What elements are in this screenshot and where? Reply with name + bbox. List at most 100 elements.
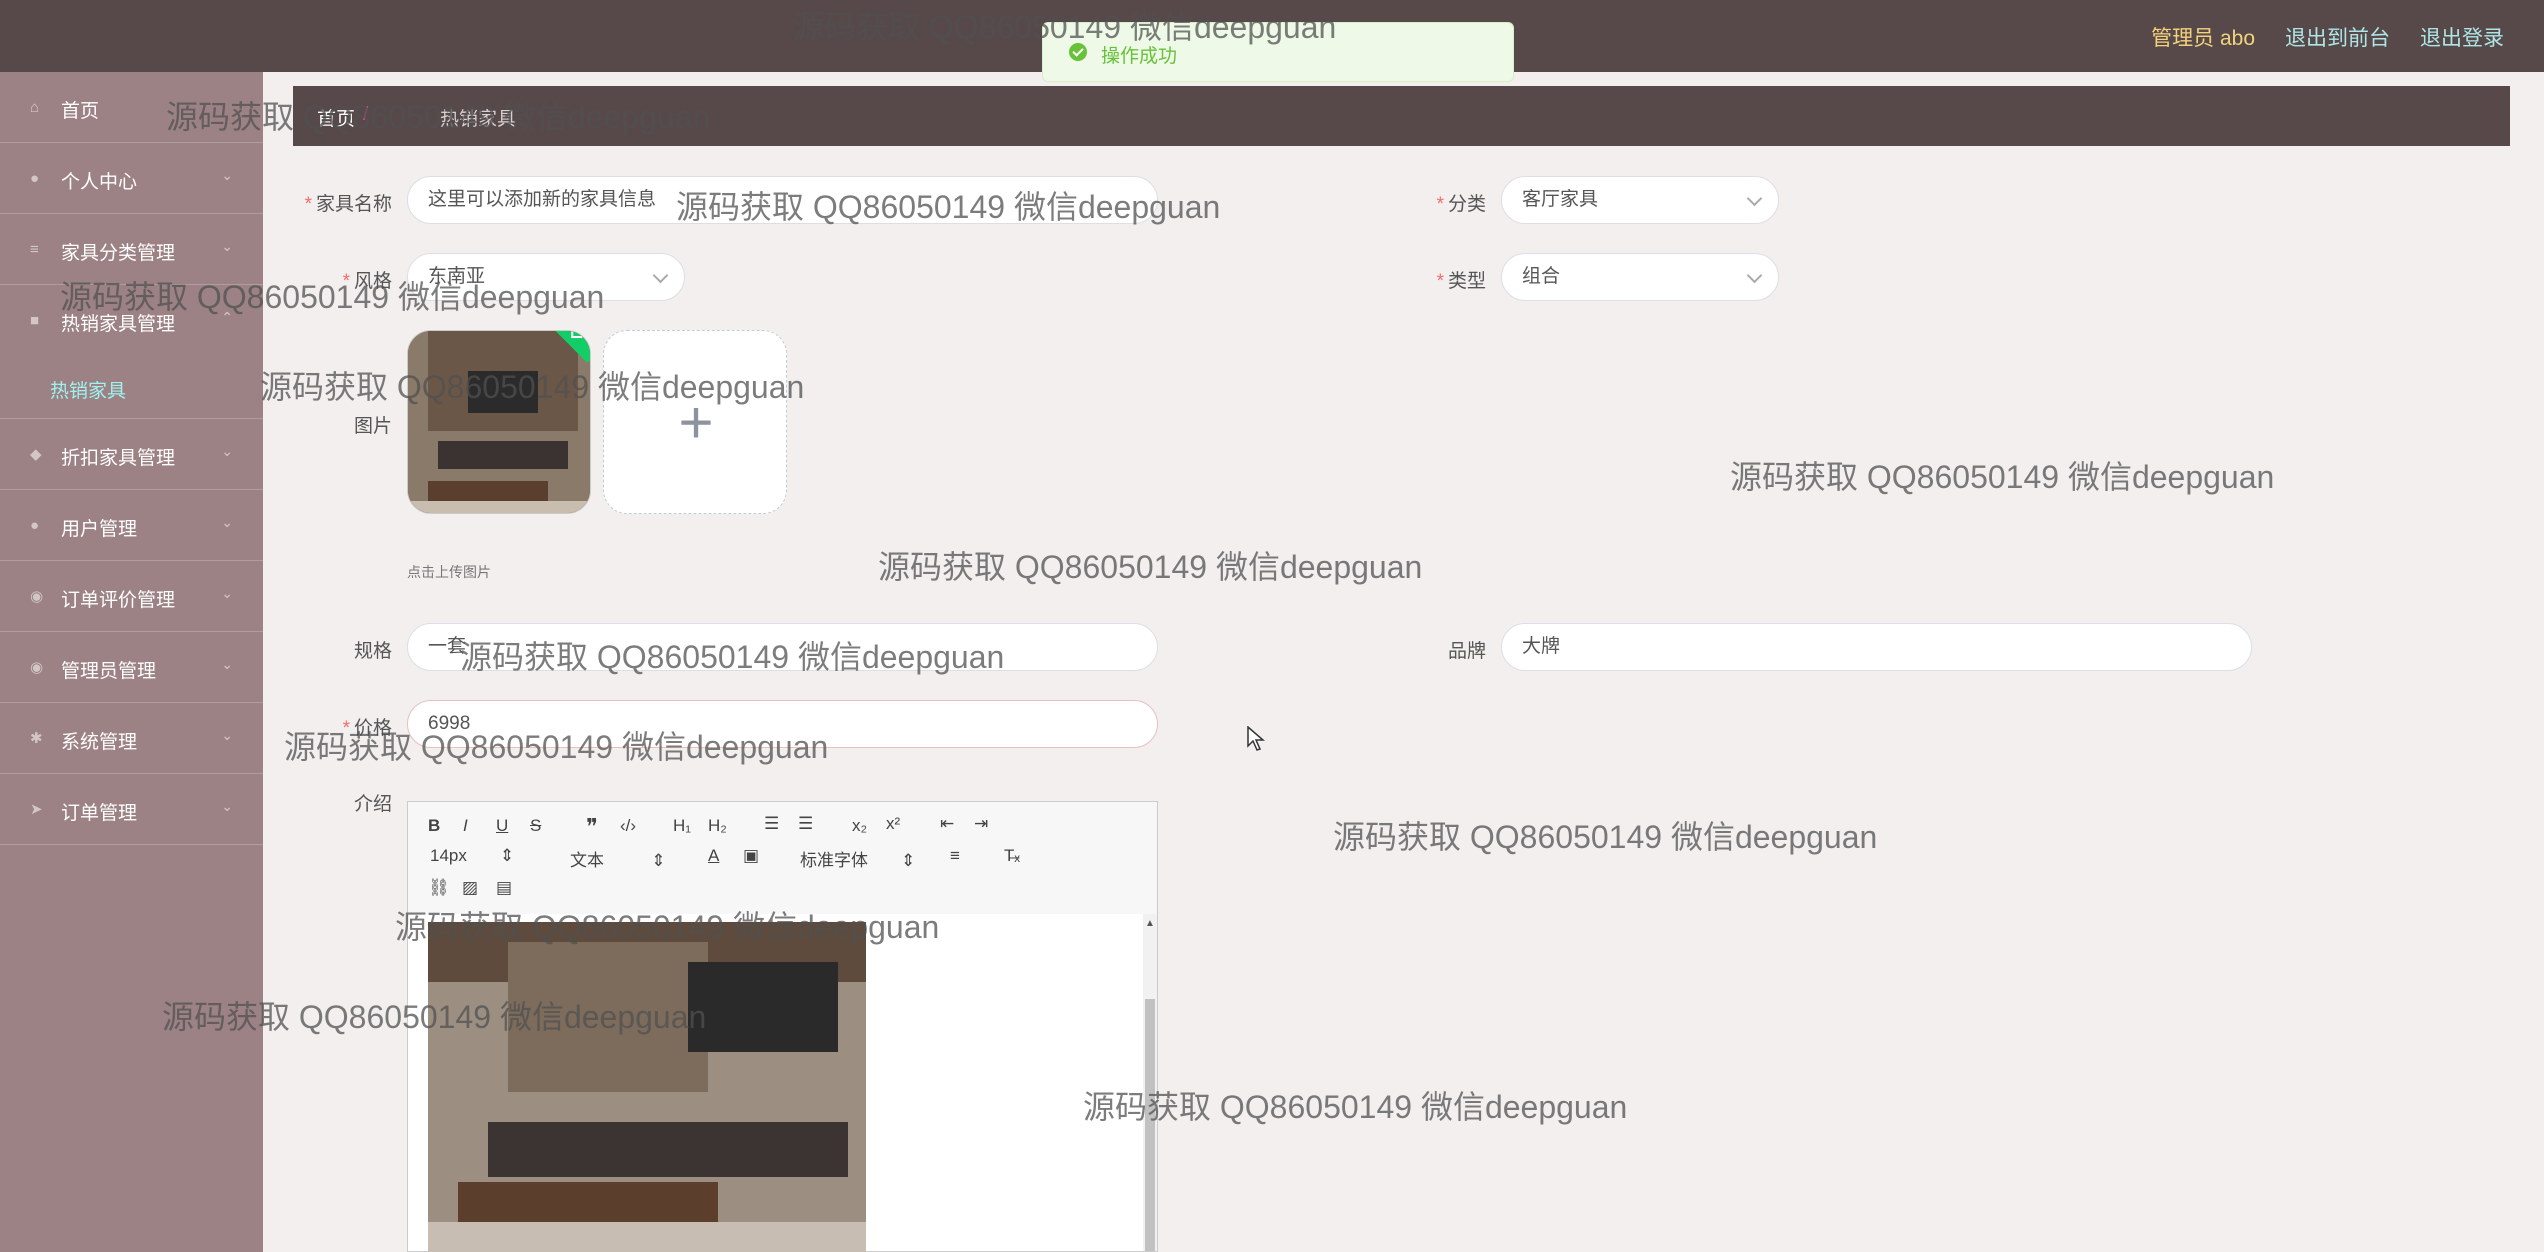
sidebar-subitem-label: 热销家具 [50,381,127,402]
price-input[interactable]: 6998 [407,700,1158,748]
subscript-button[interactable]: x₂ [852,816,867,836]
name-input[interactable]: 这里可以添加新的家具信息 [407,176,1158,224]
sidebar-item-label: 订单管理 [61,803,138,824]
blockquote-button[interactable]: ❞ [586,814,598,840]
chevron-down-icon: ⌄ [221,727,233,743]
breadcrumb: 首页 / 热销家具 [293,86,2510,146]
style-select[interactable]: 东南亚 [407,253,685,301]
watermark: 源码获取 QQ86050149 微信deepguan [878,549,1423,585]
clear-format-icon[interactable]: T̶ₓ [1004,846,1020,866]
spec-input[interactable]: 一套 [407,623,1158,671]
bg-color-icon[interactable]: ▣ [743,846,759,866]
image-icon[interactable]: ▨ [462,878,478,898]
brand-label: 品牌 [1447,641,1486,662]
text-color-icon[interactable]: A [708,846,719,866]
image-label: 图片 [353,416,392,437]
breadcrumb-home[interactable]: 首页 [317,104,355,131]
sidebar-item-users[interactable]: ● 用户管理 ⌄ [0,490,263,561]
sidebar-item-label: 系统管理 [61,732,138,753]
plus-icon: + [678,389,714,456]
uploaded-image-thumbnail[interactable] [407,330,591,514]
send-icon: ➤ [30,801,43,818]
spec-label: 规格 [353,641,392,662]
sidebar-item-hot[interactable]: ■ 热销家具管理 ⌃ [0,285,263,356]
link-icon[interactable]: ⛓ [428,878,450,898]
superscript-button[interactable]: x² [886,814,900,834]
sidebar-item-label: 管理员管理 [61,661,157,682]
sidebar-item-reviews[interactable]: ◉ 订单评价管理 ⌄ [0,561,263,632]
sidebar-item-label: 首页 [61,101,100,122]
upload-button[interactable]: + [603,330,787,514]
bullet-list-icon[interactable]: ☰ [798,814,813,834]
ordered-list-icon[interactable]: ☰ [764,814,779,834]
breadcrumb-current: 热销家具 [440,109,517,130]
chevron-down-icon: ⌄ [221,443,233,459]
chevron-down-icon [652,267,669,284]
upload-hint: 点击上传图片 [407,564,491,580]
font-size-select[interactable]: 14px ⇕ [430,846,514,866]
align-icon[interactable]: ≡ [950,846,960,866]
comment-icon: ◉ [30,588,44,605]
sidebar-item-label: 折扣家具管理 [61,448,176,469]
type-label: * 类型 [1436,271,1486,292]
sidebar-subitem-hot[interactable]: 热销家具 [0,356,263,419]
code-button[interactable]: ‹/› [620,816,636,836]
breadcrumb-separator: / [363,104,369,125]
chevron-down-icon [1746,267,1763,284]
category-label: * 分类 [1436,194,1486,215]
strike-button[interactable]: S [530,816,541,836]
sidebar-item-label: 订单评价管理 [61,590,176,611]
font-family-select[interactable]: 标准字体 ⇕ [800,846,915,871]
italic-button[interactable]: I [463,816,468,836]
user-icon: ● [30,170,40,187]
chevron-up-icon: ⌃ [221,309,233,325]
top-bar-actions: 管理员 abo 退出到前台 退出登录 [2151,22,2504,52]
sidebar-item-profile[interactable]: ● 个人中心 ⌄ [0,143,263,214]
category-select[interactable]: 客厅家具 [1501,176,1779,224]
admin-icon: ◉ [30,659,44,676]
underline-button[interactable]: U [496,816,508,836]
chevron-down-icon: ⌄ [221,167,233,183]
scrollbar-thumb[interactable] [1145,999,1155,1251]
name-label: * 家具名称 [304,194,392,215]
sidebar-item-label: 个人中心 [61,172,138,193]
header-select[interactable]: 文本 ⇕ [570,846,665,871]
sidebar-item-label: 用户管理 [61,519,138,540]
editor-toolbar: B I U S ❞ ‹/› H₁ H₂ ☰ ☰ x₂ x² ⇤ ⇥ 14px ⇕… [408,802,1157,915]
h2-button[interactable]: H₂ [708,816,727,836]
style-label: * 风格 [342,271,392,292]
success-icon [1069,43,1087,61]
indent-icon[interactable]: ⇥ [974,814,988,834]
list-icon: ≡ [30,241,39,258]
bold-button[interactable]: B [428,816,440,836]
sidebar-item-discount[interactable]: ◆ 折扣家具管理 ⌄ [0,419,263,490]
sidebar-item-category[interactable]: ≡ 家具分类管理 ⌄ [0,214,263,285]
outdent-icon[interactable]: ⇤ [940,814,954,834]
furniture-image [408,331,590,513]
type-select[interactable]: 组合 [1501,253,1779,301]
sidebar-item-admins[interactable]: ◉ 管理员管理 ⌄ [0,632,263,703]
scroll-up-icon[interactable]: ▲ [1145,918,1155,929]
watermark: 源码获取 QQ86050149 微信deepguan [1730,459,2275,495]
rich-text-editor[interactable]: B I U S ❞ ‹/› H₁ H₂ ☰ ☰ x₂ x² ⇤ ⇥ 14px ⇕… [407,801,1158,1252]
brand-input[interactable]: 大牌 [1501,623,2252,671]
sidebar-item-label: 家具分类管理 [61,243,176,264]
exit-to-front-link[interactable]: 退出到前台 [2285,22,2390,52]
logout-link[interactable]: 退出登录 [2420,22,2504,52]
sidebar: ⌂ 首页 ● 个人中心 ⌄ ≡ 家具分类管理 ⌄ ■ 热销家具管理 ⌃ 热销家具… [0,72,263,1252]
toast-message: 操作成功 [1101,46,1178,67]
box-icon: ■ [30,312,40,329]
sidebar-item-home[interactable]: ⌂ 首页 [0,72,263,143]
editor-scrollbar[interactable]: ▲ [1143,914,1157,1251]
h1-button[interactable]: H₁ [673,816,691,836]
sidebar-item-system[interactable]: ✱ 系统管理 ⌄ [0,703,263,774]
watermark: 源码获取 QQ86050149 微信deepguan [1333,819,1878,855]
mouse-cursor-icon [1247,726,1266,751]
chevron-down-icon [1746,190,1763,207]
editor-content[interactable]: ▲ [408,914,1157,1252]
users-icon: ● [30,517,40,534]
tag-icon: ◆ [30,446,42,463]
sidebar-item-orders[interactable]: ➤ 订单管理 ⌄ [0,774,263,845]
price-label: * 价格 [342,718,392,739]
video-icon[interactable]: ▤ [496,878,512,898]
